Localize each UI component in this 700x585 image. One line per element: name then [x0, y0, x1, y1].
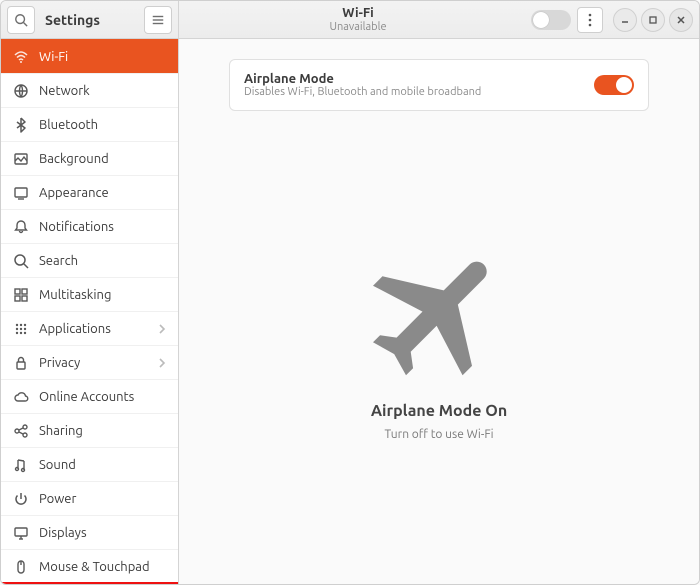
sidebar-item-label: Sharing	[39, 424, 166, 438]
sidebar-item-label: Multitasking	[39, 288, 166, 302]
airplane-icon	[359, 234, 519, 394]
kebab-icon	[588, 13, 592, 27]
sidebar-item-sharing[interactable]: Sharing	[1, 413, 178, 447]
sidebar-item-label: Online Accounts	[39, 390, 166, 404]
cloud-icon	[13, 389, 29, 405]
chevron-right-icon	[158, 323, 166, 335]
background-icon	[13, 151, 29, 167]
header-center: Wi-Fi Unavailable	[185, 6, 531, 32]
sound-icon	[13, 457, 29, 473]
minimize-icon	[620, 15, 630, 25]
share-icon	[13, 423, 29, 439]
sidebar-item-online-accounts[interactable]: Online Accounts	[1, 379, 178, 413]
titlebar-right: Wi-Fi Unavailable	[179, 1, 699, 38]
power-icon	[13, 491, 29, 507]
sidebar-item-applications[interactable]: Applications	[1, 311, 178, 345]
sidebar-item-label: Sound	[39, 458, 166, 472]
close-icon	[676, 15, 686, 25]
sidebar-item-label: Background	[39, 152, 166, 166]
wifi-toggle[interactable]	[531, 10, 571, 30]
sidebar-item-label: Power	[39, 492, 166, 506]
card-subtitle: Disables Wi-Fi, Bluetooth and mobile bro…	[244, 86, 481, 98]
settings-window: Settings Wi-Fi Unavailable	[0, 0, 700, 585]
page-subtitle: Unavailable	[185, 21, 531, 33]
sidebar-item-label: Mouse & Touchpad	[39, 560, 166, 574]
sidebar-item-label: Notifications	[39, 220, 166, 234]
chevron-right-icon	[158, 357, 166, 369]
titlebar-left: Settings	[1, 1, 179, 38]
bluetooth-icon	[13, 117, 29, 133]
card-title: Airplane Mode	[244, 72, 481, 86]
card-text: Airplane Mode Disables Wi-Fi, Bluetooth …	[244, 72, 481, 98]
sidebar-item-label: Displays	[39, 526, 166, 540]
sidebar-item-label: Network	[39, 84, 166, 98]
appearance-icon	[13, 185, 29, 201]
lock-icon	[13, 355, 29, 371]
titlebar: Settings Wi-Fi Unavailable	[1, 1, 699, 39]
maximize-button[interactable]	[641, 8, 665, 32]
sidebar-item-appearance[interactable]: Appearance	[1, 175, 178, 209]
placeholder: Airplane Mode On Turn off to use Wi-Fi	[359, 111, 519, 564]
sidebar[interactable]: Wi-Fi Network Bluetooth Background Appearanc…	[1, 39, 179, 584]
close-button[interactable]	[669, 8, 693, 32]
settings-title: Settings	[41, 12, 138, 28]
sidebar-item-privacy[interactable]: Privacy	[1, 345, 178, 379]
content: Airplane Mode Disables Wi-Fi, Bluetooth …	[179, 39, 699, 584]
sidebar-item-background[interactable]: Background	[1, 141, 178, 175]
airplane-mode-card: Airplane Mode Disables Wi-Fi, Bluetooth …	[229, 59, 649, 111]
minimize-button[interactable]	[613, 8, 637, 32]
sidebar-item-displays[interactable]: Displays	[1, 515, 178, 549]
multitask-icon	[13, 287, 29, 303]
search-button[interactable]	[7, 6, 35, 34]
wifi-icon	[13, 49, 29, 65]
sidebar-item-keyboard[interactable]: Keyboard	[1, 583, 178, 584]
page-title: Wi-Fi	[185, 6, 531, 20]
sidebar-item-bluetooth[interactable]: Bluetooth	[1, 107, 178, 141]
sidebar-item-power[interactable]: Power	[1, 481, 178, 515]
sidebar-item-sound[interactable]: Sound	[1, 447, 178, 481]
sidebar-item-label: Appearance	[39, 186, 166, 200]
mouse-icon	[13, 559, 29, 575]
bell-icon	[13, 219, 29, 235]
airplane-mode-toggle[interactable]	[594, 75, 634, 95]
sidebar-item-label: Bluetooth	[39, 118, 166, 132]
body: Wi-Fi Network Bluetooth Background Appearanc…	[1, 39, 699, 584]
sidebar-item-notifications[interactable]: Notifications	[1, 209, 178, 243]
display-icon	[13, 525, 29, 541]
search-icon	[13, 253, 29, 269]
placeholder-subtitle: Turn off to use Wi-Fi	[384, 428, 493, 441]
maximize-icon	[648, 15, 658, 25]
menu-icon	[150, 12, 166, 28]
sidebar-item-label: Privacy	[39, 356, 148, 370]
sidebar-item-search[interactable]: Search	[1, 243, 178, 277]
sidebar-item-wi-fi[interactable]: Wi-Fi	[1, 39, 178, 73]
sidebar-item-label: Applications	[39, 322, 148, 336]
sidebar-item-network[interactable]: Network	[1, 73, 178, 107]
search-icon	[13, 12, 29, 28]
sidebar-item-label: Search	[39, 254, 166, 268]
placeholder-title: Airplane Mode On	[371, 402, 507, 420]
sidebar-item-label: Wi-Fi	[39, 50, 166, 64]
apps-icon	[13, 321, 29, 337]
sidebar-item-multitasking[interactable]: Multitasking	[1, 277, 178, 311]
network-icon	[13, 83, 29, 99]
hamburger-button[interactable]	[144, 6, 172, 34]
more-button[interactable]	[577, 7, 603, 33]
sidebar-item-mouse-touchpad[interactable]: Mouse & Touchpad	[1, 549, 178, 583]
